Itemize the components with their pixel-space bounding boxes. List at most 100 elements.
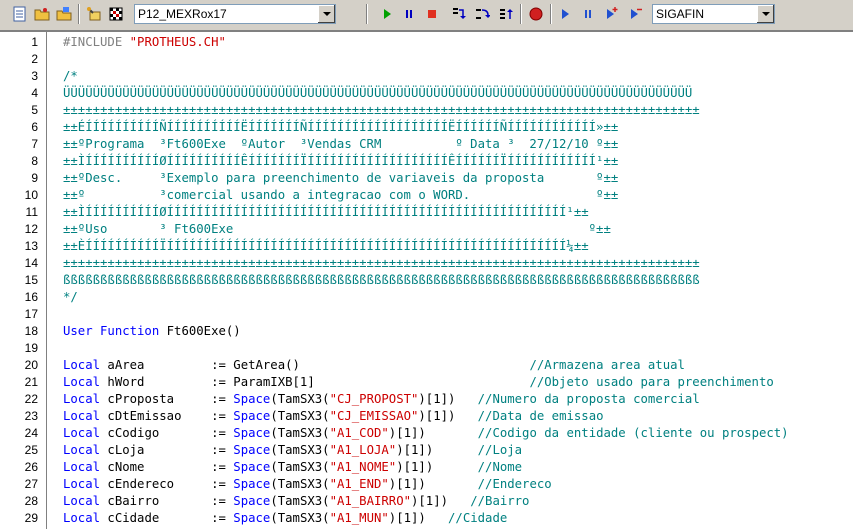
code-editor[interactable]: 1 #INCLUDE "PROTHEUS.CH" 2 3 /* 4 ÜÜÜÜÜÜÜÜÜÜÜÜ… <box>0 31 853 529</box>
line-number: 3 <box>31 69 38 83</box>
code-token: Space <box>233 477 271 491</box>
code-token: )[1]) <box>418 409 478 423</box>
line-number: 22 <box>24 392 38 406</box>
code-token: ±±ÉÍÍÍÍÍÍÍÍÍÍÑÍÍÍÍÍÍÍÍÍÍËÍÍÍÍÍÍÍÑÍÍÍÍÍÍÍ… <box>63 120 619 134</box>
toolbar-separator <box>520 4 522 24</box>
run-icon[interactable] <box>377 4 397 24</box>
code-token: cProposta := <box>100 392 234 406</box>
code-line[interactable]: 5 ±±±±±±±±±±±±±±±±±±±±±±±±±±±±±±±±±±±±±±±… <box>0 102 853 119</box>
remove-watch-icon[interactable] <box>626 4 646 24</box>
code-token: "A1_LOJA" <box>329 443 397 457</box>
code-token: "A1_END" <box>329 477 389 491</box>
code-token: (TamSX3( <box>270 477 330 491</box>
code-line[interactable]: 19 <box>0 340 853 357</box>
compile-icon[interactable] <box>84 4 104 24</box>
code-line[interactable]: 21 Local hWord := ParamIXB[1] //Objeto us… <box>0 374 853 391</box>
checkered-flag-icon[interactable] <box>106 4 126 24</box>
code-text: ±±ºUso ³ Ft600Exe º±± <box>63 221 611 238</box>
toolbar-separator <box>78 4 80 24</box>
chevron-down-icon[interactable] <box>317 5 335 23</box>
chevron-down-icon[interactable] <box>756 5 774 23</box>
code-line[interactable]: 20 Local aArea := GetArea() //Armazena ar… <box>0 357 853 374</box>
code-token: Local <box>63 511 101 525</box>
code-token: )[1]) <box>396 460 478 474</box>
code-token: cEndereco := <box>100 477 234 491</box>
code-token: Local <box>63 392 101 406</box>
company-combo[interactable]: SIGAFIN <box>652 4 775 24</box>
code-line[interactable]: 25 Local cLoja := Space(TamSX3("A1_LOJA")… <box>0 442 853 459</box>
code-line[interactable]: 2 <box>0 51 853 68</box>
code-line[interactable]: 17 <box>0 306 853 323</box>
code-token: //Data de emissao <box>477 409 604 423</box>
code-line[interactable]: 16 */ <box>0 289 853 306</box>
code-token: Space <box>233 392 271 406</box>
code-line[interactable]: 24 Local cCodigo := Space(TamSX3("A1_COD"… <box>0 425 853 442</box>
code-token: cLoja := <box>100 443 234 457</box>
code-token: "A1_NOME" <box>329 460 397 474</box>
code-text: Local cEndereco := Space(TamSX3("A1_END"… <box>63 476 552 493</box>
code-line[interactable]: 18 User Function Ft600Exe() <box>0 323 853 340</box>
code-line[interactable]: 29 Local cCidade := Space(TamSX3("A1_MUN"… <box>0 510 853 527</box>
environment-combo-value: P12_MEXRox17 <box>138 7 227 21</box>
line-number: 12 <box>24 222 38 236</box>
play-icon[interactable] <box>555 4 575 24</box>
code-line[interactable]: 27 Local cEndereco := Space(TamSX3("A1_EN… <box>0 476 853 493</box>
pause-icon[interactable] <box>399 4 419 24</box>
code-token: //Cidade <box>448 511 508 525</box>
open-project-icon[interactable] <box>54 4 74 24</box>
code-token: //Nome <box>477 460 523 474</box>
line-number: 20 <box>24 358 38 372</box>
code-token: (TamSX3( <box>270 443 330 457</box>
code-text: */ <box>63 289 78 306</box>
pause-small-icon[interactable] <box>578 4 598 24</box>
line-number: 7 <box>31 137 38 151</box>
line-number: 9 <box>31 171 38 185</box>
code-token: (TamSX3( <box>270 426 330 440</box>
line-number: 8 <box>31 154 38 168</box>
add-watch-icon[interactable] <box>602 4 622 24</box>
code-token: ±±ÌÍÍÍÍÍÍÍÍÍÍØÍÍÍÍÍÍÍÍÍÍÍÍÍÍÍÍÍÍÍÍÍÍÍÍÍÍ… <box>63 205 589 219</box>
code-token: )[1]) <box>388 511 449 525</box>
code-token: hWord := ParamIXB[1] <box>100 375 530 389</box>
code-token: ±±ºPrograma ³Ft600Exe ºAutor ³Vendas CRM… <box>63 137 619 151</box>
code-token: #INCLUDE <box>63 35 130 49</box>
code-token: ±±ºUso ³ Ft600Exe º±± <box>63 222 611 236</box>
code-line[interactable]: 1 #INCLUDE "PROTHEUS.CH" <box>0 34 853 51</box>
code-line[interactable]: 10 ±±º ³comercial usando a integracao com… <box>0 187 853 204</box>
code-line[interactable]: 28 Local cBairro := Space(TamSX3("A1_BAIR… <box>0 493 853 510</box>
code-line[interactable]: 15 ßßßßßßßßßßßßßßßßßßßßßßßßßßßßßßßßßßßßßß… <box>0 272 853 289</box>
code-line[interactable]: 4 ÜÜÜÜÜÜÜÜÜÜÜÜÜÜÜÜÜÜÜÜÜÜÜÜÜÜÜÜÜÜÜÜÜÜÜÜÜÜÜ… <box>0 85 853 102</box>
new-file-icon[interactable] <box>10 4 30 24</box>
code-line[interactable]: 14 ±±±±±±±±±±±±±±±±±±±±±±±±±±±±±±±±±±±±±±… <box>0 255 853 272</box>
code-token: )[1]) <box>388 477 478 491</box>
code-token: //Objeto usado para preenchimento <box>529 375 774 389</box>
code-line[interactable]: 3 /* <box>0 68 853 85</box>
code-token: Local <box>63 460 101 474</box>
code-line[interactable]: 7 ±±ºPrograma ³Ft600Exe ºAutor ³Vendas CR… <box>0 136 853 153</box>
breakpoint-icon[interactable] <box>526 4 546 24</box>
code-line[interactable]: 26 Local cNome := Space(TamSX3("A1_NOME")… <box>0 459 853 476</box>
code-line[interactable]: 11 ±±ÌÍÍÍÍÍÍÍÍÍÍØÍÍÍÍÍÍÍÍÍÍÍÍÍÍÍÍÍÍÍÍÍÍÍÍ… <box>0 204 853 221</box>
code-line[interactable]: 23 Local cDtEmissao := Space(TamSX3("CJ_E… <box>0 408 853 425</box>
code-token: Local <box>63 375 101 389</box>
stop-icon[interactable] <box>422 4 442 24</box>
code-token: "A1_COD" <box>329 426 389 440</box>
code-line[interactable]: 22 Local cProposta := Space(TamSX3("CJ_PR… <box>0 391 853 408</box>
step-over-icon[interactable] <box>472 4 492 24</box>
code-text: User Function Ft600Exe() <box>63 323 241 340</box>
code-line[interactable]: 13 ±±ÈÍÍÍÍÍÍÍÍÍÍÏÍÍÍÍÍÍÍÍÍÍÍÍÍÍÍÍÍÍÍÍÍÍÍÍ… <box>0 238 853 255</box>
step-out-icon[interactable] <box>496 4 516 24</box>
code-token: Local <box>63 409 101 423</box>
code-line[interactable]: 8 ±±ÌÍÍÍÍÍÍÍÍÍÍØÍÍÍÍÍÍÍÍÍÍÊÍÍÍÍÍÍÍÏÍÍÍÍÍÍ… <box>0 153 853 170</box>
line-number: 21 <box>24 375 38 389</box>
code-text: Local aArea := GetArea() //Armazena area… <box>63 357 685 374</box>
step-into-icon[interactable] <box>449 4 469 24</box>
code-line[interactable]: 6 ±±ÉÍÍÍÍÍÍÍÍÍÍÑÍÍÍÍÍÍÍÍÍÍËÍÍÍÍÍÍÍÑÍÍÍÍÍÍ… <box>0 119 853 136</box>
code-text: /* <box>63 68 78 85</box>
code-line[interactable]: 9 ±±ºDesc. ³Exemplo para preenchimento de… <box>0 170 853 187</box>
environment-combo[interactable]: P12_MEXRox17 <box>134 4 336 24</box>
code-line[interactable]: 12 ±±ºUso ³ Ft600Exe º±± <box>0 221 853 238</box>
code-token: ±±ÌÍÍÍÍÍÍÍÍÍÍØÍÍÍÍÍÍÍÍÍÍÊÍÍÍÍÍÍÍÏÍÍÍÍÍÍÍ… <box>63 154 619 168</box>
open-folder-icon[interactable] <box>32 4 52 24</box>
line-number: 6 <box>31 120 38 134</box>
